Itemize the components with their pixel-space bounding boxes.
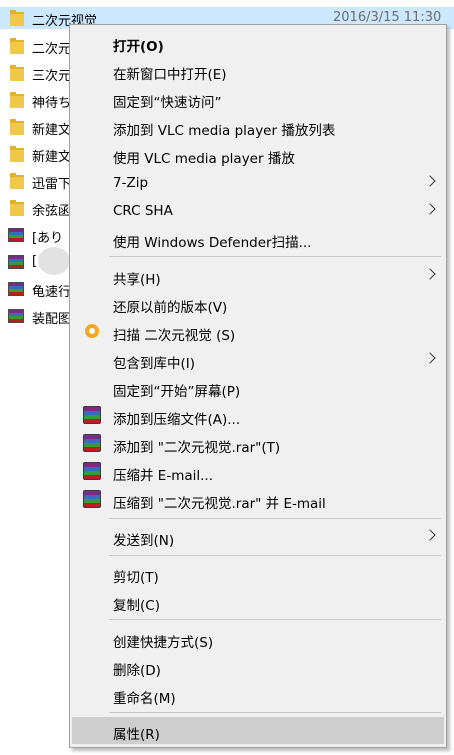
- menu-separator: [109, 256, 441, 257]
- menu-item-label: 7-Zip: [113, 175, 149, 191]
- menu-item-label: 删除(D): [113, 663, 161, 679]
- file-name: [: [32, 254, 38, 269]
- menu-item-label: 还原以前的版本(V): [113, 300, 228, 316]
- menu-item-compress-rar-email[interactable]: 压缩到 "二次元视觉.rar" 并 E-mail: [72, 486, 444, 513]
- menu-item-label: 扫描 二次元视觉 (S): [113, 328, 236, 344]
- folder-icon: [10, 10, 24, 26]
- winrar-icon: [83, 462, 101, 480]
- menu-item-restore-versions[interactable]: 还原以前的版本(V): [72, 290, 444, 317]
- file-name: [あり: [32, 231, 64, 246]
- menu-item-delete[interactable]: 删除(D): [72, 653, 444, 680]
- menu-item-label: 添加到 VLC media player 播放列表: [113, 123, 336, 139]
- file-name: 余弦函: [32, 204, 72, 219]
- menu-separator: [109, 518, 441, 519]
- menu-item-label: 压缩到 "二次元视觉.rar" 并 E-mail: [113, 496, 326, 512]
- menu-item-copy[interactable]: 复制(C): [72, 588, 444, 615]
- menu-item-label: 使用 VLC media player 播放: [113, 151, 295, 167]
- cursor-overlay: [38, 247, 70, 275]
- menu-item-properties[interactable]: 属性(R): [72, 717, 444, 744]
- menu-item-crc-sha[interactable]: CRC SHA: [72, 197, 444, 224]
- menu-item-label: CRC SHA: [113, 203, 173, 219]
- winrar-icon: [83, 434, 101, 452]
- menu-item-vlc-play[interactable]: 使用 VLC media player 播放: [72, 141, 444, 168]
- file-name: 二次元: [32, 42, 72, 57]
- chevron-right-icon: [424, 352, 436, 364]
- file-name: 三次元: [32, 69, 72, 84]
- menu-item-label: 添加到压缩文件(A)...: [113, 412, 241, 428]
- folder-icon: [10, 92, 24, 108]
- file-date: 2016/3/15 11:30: [333, 10, 442, 25]
- file-name: 装配图: [32, 312, 72, 327]
- folder-icon: [10, 173, 24, 189]
- scan-icon: [85, 324, 99, 338]
- menu-item-label: 剪切(T): [113, 570, 159, 586]
- menu-item-open[interactable]: 打开(O): [72, 29, 444, 56]
- menu-separator: [109, 555, 441, 556]
- menu-item-label: 在新窗口中打开(E): [113, 67, 227, 83]
- file-name: 龟速行: [32, 285, 72, 300]
- menu-item-label: 固定到“快速访问”: [113, 95, 222, 111]
- menu-item-label: 复制(C): [113, 598, 160, 614]
- winrar-archive-icon: [8, 255, 24, 269]
- winrar-archive-icon: [8, 309, 24, 323]
- chevron-right-icon: [424, 268, 436, 280]
- chevron-right-icon: [424, 529, 436, 541]
- menu-item-label: 使用 Windows Defender扫描...: [113, 235, 312, 251]
- menu-item-cut[interactable]: 剪切(T): [72, 560, 444, 587]
- folder-icon: [10, 119, 24, 135]
- file-name: 神待ち: [32, 96, 72, 111]
- menu-item-send-to[interactable]: 发送到(N): [72, 523, 444, 550]
- winrar-archive-icon: [8, 282, 24, 296]
- menu-item-add-to-archive[interactable]: 添加到压缩文件(A)...: [72, 402, 444, 429]
- menu-separator: [109, 619, 441, 620]
- menu-item-label: 添加到 "二次元视觉.rar"(T): [113, 440, 281, 456]
- menu-item-add-to-rar[interactable]: 添加到 "二次元视觉.rar"(T): [72, 430, 444, 457]
- menu-item-7zip[interactable]: 7-Zip: [72, 169, 444, 196]
- menu-item-defender-scan[interactable]: 使用 Windows Defender扫描...: [72, 225, 444, 252]
- winrar-archive-icon: [8, 228, 24, 242]
- menu-item-include-library[interactable]: 包含到库中(I): [72, 346, 444, 373]
- file-name: 新建文: [32, 150, 72, 165]
- menu-item-label: 打开(O): [113, 39, 164, 55]
- chevron-right-icon: [424, 175, 436, 187]
- menu-item-label: 固定到“开始”屏幕(P): [113, 384, 241, 400]
- menu-item-label: 重命名(M): [113, 691, 176, 707]
- menu-item-pin-start[interactable]: 固定到“开始”屏幕(P): [72, 374, 444, 401]
- context-menu: 打开(O) 在新窗口中打开(E) 固定到“快速访问” 添加到 VLC media…: [69, 24, 447, 748]
- menu-item-scan[interactable]: 扫描 二次元视觉 (S): [72, 318, 444, 345]
- menu-item-create-shortcut[interactable]: 创建快捷方式(S): [72, 625, 444, 652]
- file-name: 新建文: [32, 123, 72, 138]
- file-name: 迅雷下: [32, 177, 72, 192]
- menu-item-label: 压缩并 E-mail...: [113, 468, 213, 484]
- folder-icon: [10, 146, 24, 162]
- menu-item-label: 包含到库中(I): [113, 356, 196, 372]
- menu-item-rename[interactable]: 重命名(M): [72, 681, 444, 708]
- menu-separator: [109, 712, 441, 713]
- menu-item-open-new-window[interactable]: 在新窗口中打开(E): [72, 57, 444, 84]
- menu-item-pin-quick-access[interactable]: 固定到“快速访问”: [72, 85, 444, 112]
- folder-icon: [10, 200, 24, 216]
- winrar-icon: [83, 406, 101, 424]
- chevron-right-icon: [424, 203, 436, 215]
- menu-item-label: 属性(R): [113, 727, 160, 743]
- menu-item-vlc-add-playlist[interactable]: 添加到 VLC media player 播放列表: [72, 113, 444, 140]
- folder-icon: [10, 38, 24, 54]
- winrar-icon: [83, 490, 101, 508]
- folder-icon: [10, 65, 24, 81]
- menu-item-compress-email[interactable]: 压缩并 E-mail...: [72, 458, 444, 485]
- menu-item-label: 发送到(N): [113, 533, 175, 549]
- menu-item-share[interactable]: 共享(H): [72, 262, 444, 289]
- menu-item-label: 创建快捷方式(S): [113, 635, 214, 651]
- menu-item-label: 共享(H): [113, 272, 161, 288]
